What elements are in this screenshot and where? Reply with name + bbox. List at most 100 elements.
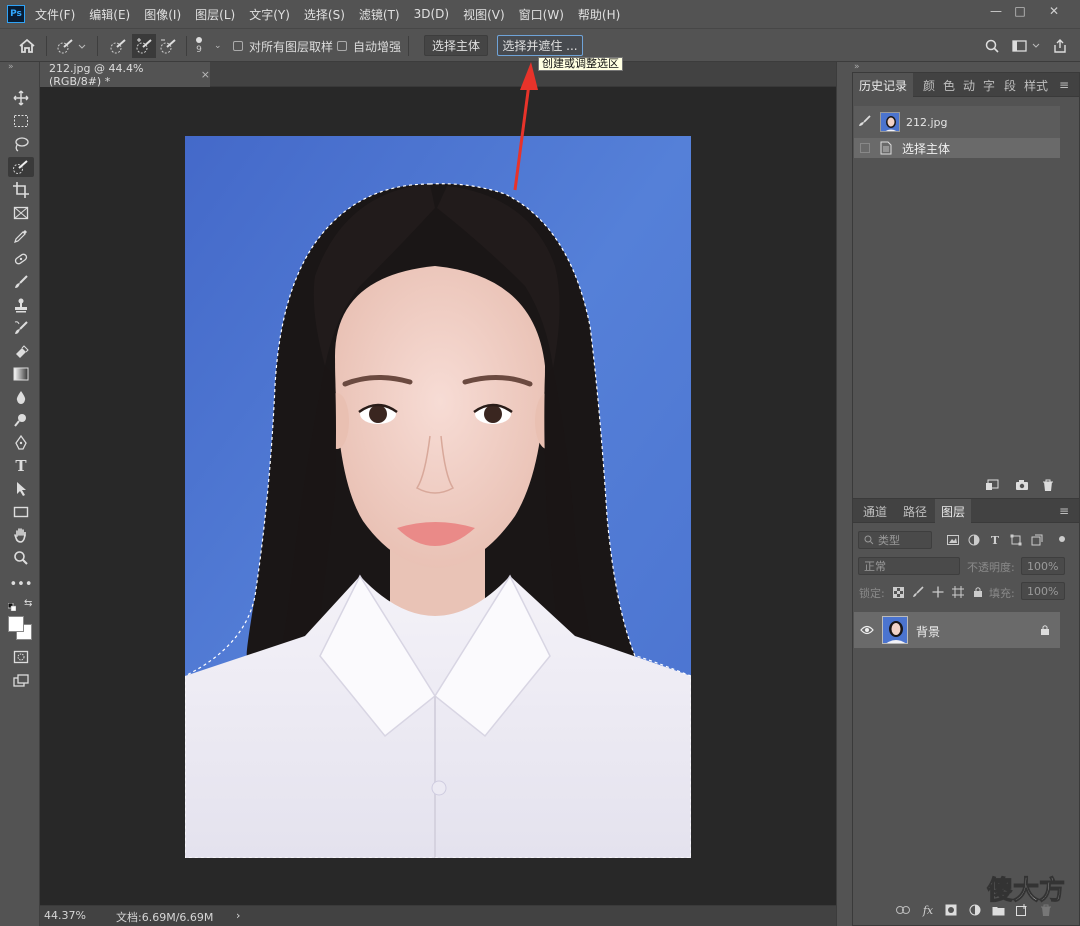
type-tool[interactable]: T bbox=[8, 456, 34, 476]
more-tools-icon[interactable]: ••• bbox=[8, 574, 34, 594]
quick-selection-tool[interactable] bbox=[8, 157, 34, 177]
filter-adjustment-layers-button[interactable] bbox=[967, 533, 981, 547]
brush-size-picker[interactable]: 9 bbox=[196, 29, 202, 63]
clone-stamp-tool[interactable] bbox=[8, 295, 34, 315]
zoom-tool[interactable] bbox=[8, 548, 34, 568]
filter-type-layers-icon[interactable]: T bbox=[988, 533, 1002, 547]
checkbox-box[interactable] bbox=[337, 41, 347, 51]
workspace-button[interactable] bbox=[1012, 29, 1040, 63]
lock-all-button[interactable] bbox=[971, 585, 985, 599]
subtract-from-selection-mode[interactable] bbox=[158, 29, 178, 63]
eraser-tool[interactable] bbox=[8, 341, 34, 361]
search-button[interactable] bbox=[985, 29, 999, 63]
frame-tool[interactable] bbox=[8, 203, 34, 223]
portrait-photo[interactable] bbox=[185, 136, 691, 858]
document-tab[interactable]: 212.jpg @ 44.4%(RGB/8#) * × bbox=[40, 62, 210, 88]
healing-brush-tool[interactable] bbox=[8, 249, 34, 269]
menu-edit[interactable]: 编辑(E) bbox=[89, 6, 130, 23]
tab-actions[interactable]: 动 bbox=[963, 73, 975, 97]
share-button[interactable] bbox=[1052, 29, 1068, 63]
menu-view[interactable]: 视图(V) bbox=[463, 6, 505, 23]
lock-artboards-button[interactable] bbox=[951, 585, 965, 599]
tool-preset-picker[interactable] bbox=[56, 29, 86, 63]
select-and-mask-button[interactable]: 选择并遮住 ... bbox=[497, 35, 583, 56]
path-selection-tool[interactable] bbox=[8, 479, 34, 499]
crop-tool[interactable] bbox=[8, 180, 34, 200]
home-button[interactable] bbox=[18, 29, 36, 63]
auto-enhance-checkbox[interactable]: 自动增强 bbox=[337, 29, 401, 63]
rectangle-tool[interactable] bbox=[8, 502, 34, 522]
tab-paths[interactable]: 路径 bbox=[903, 499, 927, 523]
maximize-button[interactable]: □ bbox=[1003, 0, 1037, 22]
document-scrollbar[interactable] bbox=[836, 62, 850, 926]
tab-paragraph[interactable]: 段 bbox=[1004, 73, 1016, 97]
tab-history[interactable]: 历史记录 bbox=[853, 73, 914, 97]
create-snapshot-button[interactable] bbox=[1015, 478, 1029, 492]
collapse-panels-icon[interactable]: » bbox=[854, 62, 860, 72]
tab-color[interactable]: 颜 bbox=[923, 73, 935, 97]
add-mask-button[interactable] bbox=[944, 903, 958, 917]
blur-tool[interactable] bbox=[8, 387, 34, 407]
layer-filter-dropdown[interactable]: 类型 bbox=[858, 531, 932, 549]
marquee-tool[interactable] bbox=[8, 111, 34, 131]
opacity-input[interactable]: 100% bbox=[1021, 557, 1065, 575]
link-layers-button[interactable] bbox=[896, 903, 910, 917]
pen-tool[interactable] bbox=[8, 433, 34, 453]
tab-character[interactable]: 字 bbox=[983, 73, 995, 97]
menu-window[interactable]: 窗口(W) bbox=[519, 6, 564, 23]
tab-styles[interactable]: 样式 bbox=[1024, 73, 1048, 97]
menu-help[interactable]: 帮助(H) bbox=[578, 6, 620, 23]
brush-tool[interactable] bbox=[8, 272, 34, 292]
eyedropper-tool[interactable] bbox=[8, 226, 34, 246]
default-colors-icon[interactable] bbox=[7, 600, 17, 612]
filter-shape-layers-button[interactable] bbox=[1009, 533, 1023, 547]
select-subject-button[interactable]: 选择主体 bbox=[424, 35, 488, 56]
panel-menu-icon[interactable]: ≡ bbox=[1059, 73, 1069, 97]
quick-mask-button[interactable] bbox=[8, 647, 34, 667]
expand-panel-icon[interactable]: » bbox=[8, 62, 14, 72]
menu-3d[interactable]: 3D(D) bbox=[414, 7, 449, 21]
tab-layers[interactable]: 图层 bbox=[935, 499, 972, 523]
panel-menu-icon[interactable]: ≡ bbox=[1059, 499, 1069, 523]
lock-transparent-pixels-button[interactable] bbox=[891, 585, 905, 599]
menu-select[interactable]: 选择(S) bbox=[304, 6, 345, 23]
history-step-row[interactable]: 选择主体 bbox=[854, 138, 1060, 158]
menu-layer[interactable]: 图层(L) bbox=[195, 6, 235, 23]
menu-image[interactable]: 图像(I) bbox=[144, 6, 181, 23]
layer-row-background[interactable]: 背景 bbox=[854, 612, 1060, 648]
status-menu-arrow[interactable]: › bbox=[236, 909, 240, 922]
move-tool[interactable] bbox=[8, 88, 34, 108]
menu-file[interactable]: 文件(F) bbox=[35, 6, 75, 23]
filter-smart-object-button[interactable] bbox=[1030, 533, 1044, 547]
close-tab-icon[interactable]: × bbox=[201, 68, 210, 81]
screen-mode-button[interactable] bbox=[8, 671, 34, 691]
lock-position-button[interactable] bbox=[931, 585, 945, 599]
filter-toggle-icon[interactable] bbox=[1059, 536, 1065, 542]
delete-state-button[interactable] bbox=[1041, 478, 1055, 492]
tab-swatches[interactable]: 色 bbox=[943, 73, 955, 97]
close-button[interactable]: ✕ bbox=[1037, 0, 1071, 22]
new-adjustment-layer-button[interactable] bbox=[968, 903, 982, 917]
lock-image-pixels-button[interactable] bbox=[911, 585, 925, 599]
fx-icon[interactable]: fx bbox=[921, 903, 935, 917]
foreground-color-swatch[interactable] bbox=[8, 616, 24, 632]
layer-name[interactable]: 背景 bbox=[916, 623, 940, 640]
lasso-tool[interactable] bbox=[8, 134, 34, 154]
menu-filter[interactable]: 滤镜(T) bbox=[359, 6, 400, 23]
fill-input[interactable]: 100% bbox=[1021, 582, 1065, 600]
add-to-selection-mode[interactable] bbox=[132, 34, 156, 58]
menu-type[interactable]: 文字(Y) bbox=[249, 6, 290, 23]
checkbox-box[interactable] bbox=[233, 41, 243, 51]
new-document-from-state-button[interactable] bbox=[985, 478, 999, 492]
eye-icon[interactable] bbox=[860, 625, 874, 635]
tab-channels[interactable]: 通道 bbox=[863, 499, 887, 523]
gradient-tool[interactable] bbox=[8, 364, 34, 384]
new-selection-mode[interactable] bbox=[108, 29, 128, 63]
photoshop-logo-icon[interactable]: Ps bbox=[7, 5, 25, 23]
history-snapshot-row[interactable]: 212.jpg bbox=[854, 106, 1060, 138]
hand-tool[interactable] bbox=[8, 525, 34, 545]
chevron-down-icon[interactable]: ⌄ bbox=[214, 29, 222, 63]
filter-pixel-layers-button[interactable] bbox=[946, 533, 960, 547]
blend-mode-dropdown[interactable]: 正常 bbox=[858, 557, 960, 575]
dodge-tool[interactable] bbox=[8, 410, 34, 430]
